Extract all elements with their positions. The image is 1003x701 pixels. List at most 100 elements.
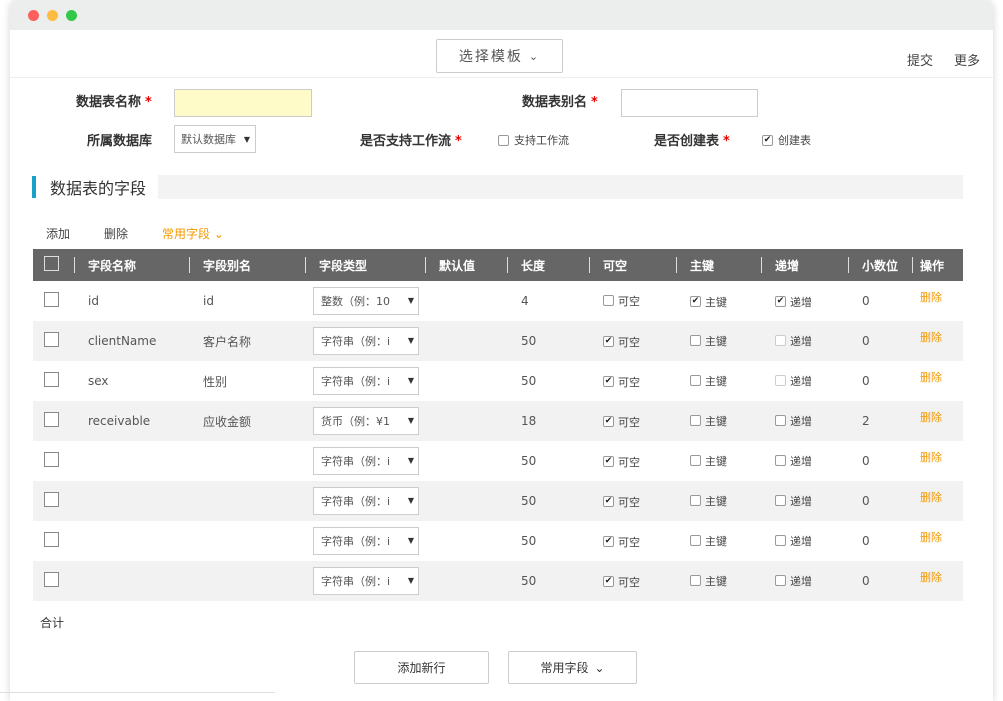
field-type-select[interactable]: 货币（例：¥1 ▼ xyxy=(313,407,419,435)
checkbox-icon[interactable] xyxy=(775,535,786,547)
checkbox-checked-icon[interactable]: ✔ xyxy=(603,376,614,388)
inc-checkbox[interactable]: ✔ 递增 xyxy=(775,294,812,310)
field-name-cell[interactable]: id xyxy=(74,281,189,321)
checkbox-checked-icon[interactable]: ✔ xyxy=(603,576,614,588)
checkbox-icon[interactable] xyxy=(775,415,786,427)
pk-checkbox[interactable]: 主键 xyxy=(690,373,727,389)
checkbox-checked-icon[interactable]: ✔ xyxy=(603,336,614,348)
decimal-cell[interactable]: 0 xyxy=(848,481,912,521)
table-name-input[interactable] xyxy=(174,89,312,117)
inc-checkbox[interactable]: 递增 xyxy=(775,533,812,549)
select-all-checkbox[interactable] xyxy=(44,256,59,271)
table-alias-input[interactable] xyxy=(621,89,758,117)
field-alias-cell[interactable]: 应收金额 xyxy=(189,401,305,441)
pk-checkbox[interactable]: 主键 xyxy=(690,573,727,589)
field-type-select[interactable]: 字符串（例：i ▼ xyxy=(313,527,419,555)
default-value-cell[interactable] xyxy=(425,481,507,521)
field-type-select[interactable]: 字符串（例：i ▼ xyxy=(313,567,419,595)
field-name-cell[interactable]: receivable xyxy=(74,401,189,441)
field-alias-cell[interactable] xyxy=(189,481,305,521)
field-type-select[interactable]: 字符串（例：i ▼ xyxy=(313,327,419,355)
checkbox-icon[interactable] xyxy=(498,134,509,146)
checkbox-icon[interactable] xyxy=(690,575,701,587)
decimal-cell[interactable]: 0 xyxy=(848,321,912,361)
length-cell[interactable]: 4 xyxy=(507,281,589,321)
row-select-checkbox[interactable] xyxy=(44,572,59,587)
length-cell[interactable]: 50 xyxy=(507,321,589,361)
checkbox-icon[interactable] xyxy=(603,295,614,307)
checkbox-checked-icon[interactable]: ✔ xyxy=(603,496,614,508)
length-cell[interactable]: 50 xyxy=(507,481,589,521)
add-field-link[interactable]: 添加 xyxy=(46,225,70,242)
field-type-select[interactable]: 整数（例：10 ▼ xyxy=(313,287,419,315)
row-select-checkbox[interactable] xyxy=(44,412,59,427)
checkbox-icon[interactable] xyxy=(690,455,701,467)
field-name-cell[interactable] xyxy=(74,441,189,481)
row-select-checkbox[interactable] xyxy=(44,532,59,547)
database-select[interactable]: 默认数据库 ▼ xyxy=(174,125,256,153)
inc-checkbox[interactable]: 递增 xyxy=(775,413,812,429)
pk-checkbox[interactable]: 主键 xyxy=(690,453,727,469)
decimal-cell[interactable]: 0 xyxy=(848,361,912,401)
nullable-checkbox[interactable]: ✔ 可空 xyxy=(603,374,640,390)
field-alias-cell[interactable] xyxy=(189,441,305,481)
decimal-cell[interactable]: 0 xyxy=(848,281,912,321)
checkbox-icon[interactable] xyxy=(775,575,786,587)
row-select-checkbox[interactable] xyxy=(44,492,59,507)
field-alias-cell[interactable]: 性别 xyxy=(189,361,305,401)
default-value-cell[interactable] xyxy=(425,561,507,601)
field-alias-cell[interactable]: 客户名称 xyxy=(189,321,305,361)
row-select-checkbox[interactable] xyxy=(44,372,59,387)
checkbox-checked-icon[interactable]: ✔ xyxy=(690,296,701,308)
delete-row-link[interactable]: 删除 xyxy=(920,411,942,424)
pk-checkbox[interactable]: 主键 xyxy=(690,533,727,549)
field-name-cell[interactable] xyxy=(74,521,189,561)
field-alias-cell[interactable]: id xyxy=(189,281,305,321)
nullable-checkbox[interactable]: ✔ 可空 xyxy=(603,414,640,430)
default-value-cell[interactable] xyxy=(425,441,507,481)
checkbox-icon[interactable] xyxy=(690,415,701,427)
delete-row-link[interactable]: 删除 xyxy=(920,571,942,584)
checkbox-checked-icon[interactable]: ✔ xyxy=(603,536,614,548)
default-value-cell[interactable] xyxy=(425,521,507,561)
decimal-cell[interactable]: 2 xyxy=(848,401,912,441)
delete-field-link[interactable]: 删除 xyxy=(104,225,128,242)
length-cell[interactable]: 50 xyxy=(507,521,589,561)
nullable-checkbox[interactable]: ✔ 可空 xyxy=(603,494,640,510)
default-value-cell[interactable] xyxy=(425,401,507,441)
common-fields-button[interactable]: 常用字段 ⌄ xyxy=(508,651,637,684)
field-type-select[interactable]: 字符串（例：i ▼ xyxy=(313,447,419,475)
delete-row-link[interactable]: 删除 xyxy=(920,531,942,544)
checkbox-icon[interactable] xyxy=(690,375,701,387)
decimal-cell[interactable]: 0 xyxy=(848,561,912,601)
delete-row-link[interactable]: 删除 xyxy=(920,291,942,304)
checkbox-icon[interactable] xyxy=(690,495,701,507)
pk-checkbox[interactable]: 主键 xyxy=(690,333,727,349)
field-name-cell[interactable] xyxy=(74,481,189,521)
minimize-window-button[interactable] xyxy=(47,10,58,21)
checkbox-icon[interactable] xyxy=(775,455,786,467)
field-alias-cell[interactable] xyxy=(189,521,305,561)
nullable-checkbox[interactable]: ✔ 可空 xyxy=(603,574,640,590)
inc-checkbox[interactable]: 递增 xyxy=(775,493,812,509)
add-row-button[interactable]: 添加新行 xyxy=(354,651,489,684)
pk-checkbox[interactable]: 主键 xyxy=(690,493,727,509)
workflow-checkbox[interactable]: 支持工作流 xyxy=(498,132,569,148)
checkbox-checked-icon[interactable]: ✔ xyxy=(762,134,773,146)
select-template-button[interactable]: 选择模板 ⌄ xyxy=(436,39,563,73)
decimal-cell[interactable]: 0 xyxy=(848,521,912,561)
field-name-cell[interactable]: sex xyxy=(74,361,189,401)
maximize-window-button[interactable] xyxy=(66,10,77,21)
checkbox-icon[interactable] xyxy=(690,335,701,347)
nullable-checkbox[interactable]: 可空 xyxy=(603,293,640,309)
delete-row-link[interactable]: 删除 xyxy=(920,331,942,344)
delete-row-link[interactable]: 删除 xyxy=(920,371,942,384)
pk-checkbox[interactable]: ✔ 主键 xyxy=(690,294,727,310)
checkbox-checked-icon[interactable]: ✔ xyxy=(603,456,614,468)
more-link[interactable]: 更多 xyxy=(954,50,980,69)
field-name-cell[interactable] xyxy=(74,561,189,601)
default-value-cell[interactable] xyxy=(425,361,507,401)
length-cell[interactable]: 50 xyxy=(507,441,589,481)
nullable-checkbox[interactable]: ✔ 可空 xyxy=(603,534,640,550)
checkbox-icon[interactable] xyxy=(690,535,701,547)
